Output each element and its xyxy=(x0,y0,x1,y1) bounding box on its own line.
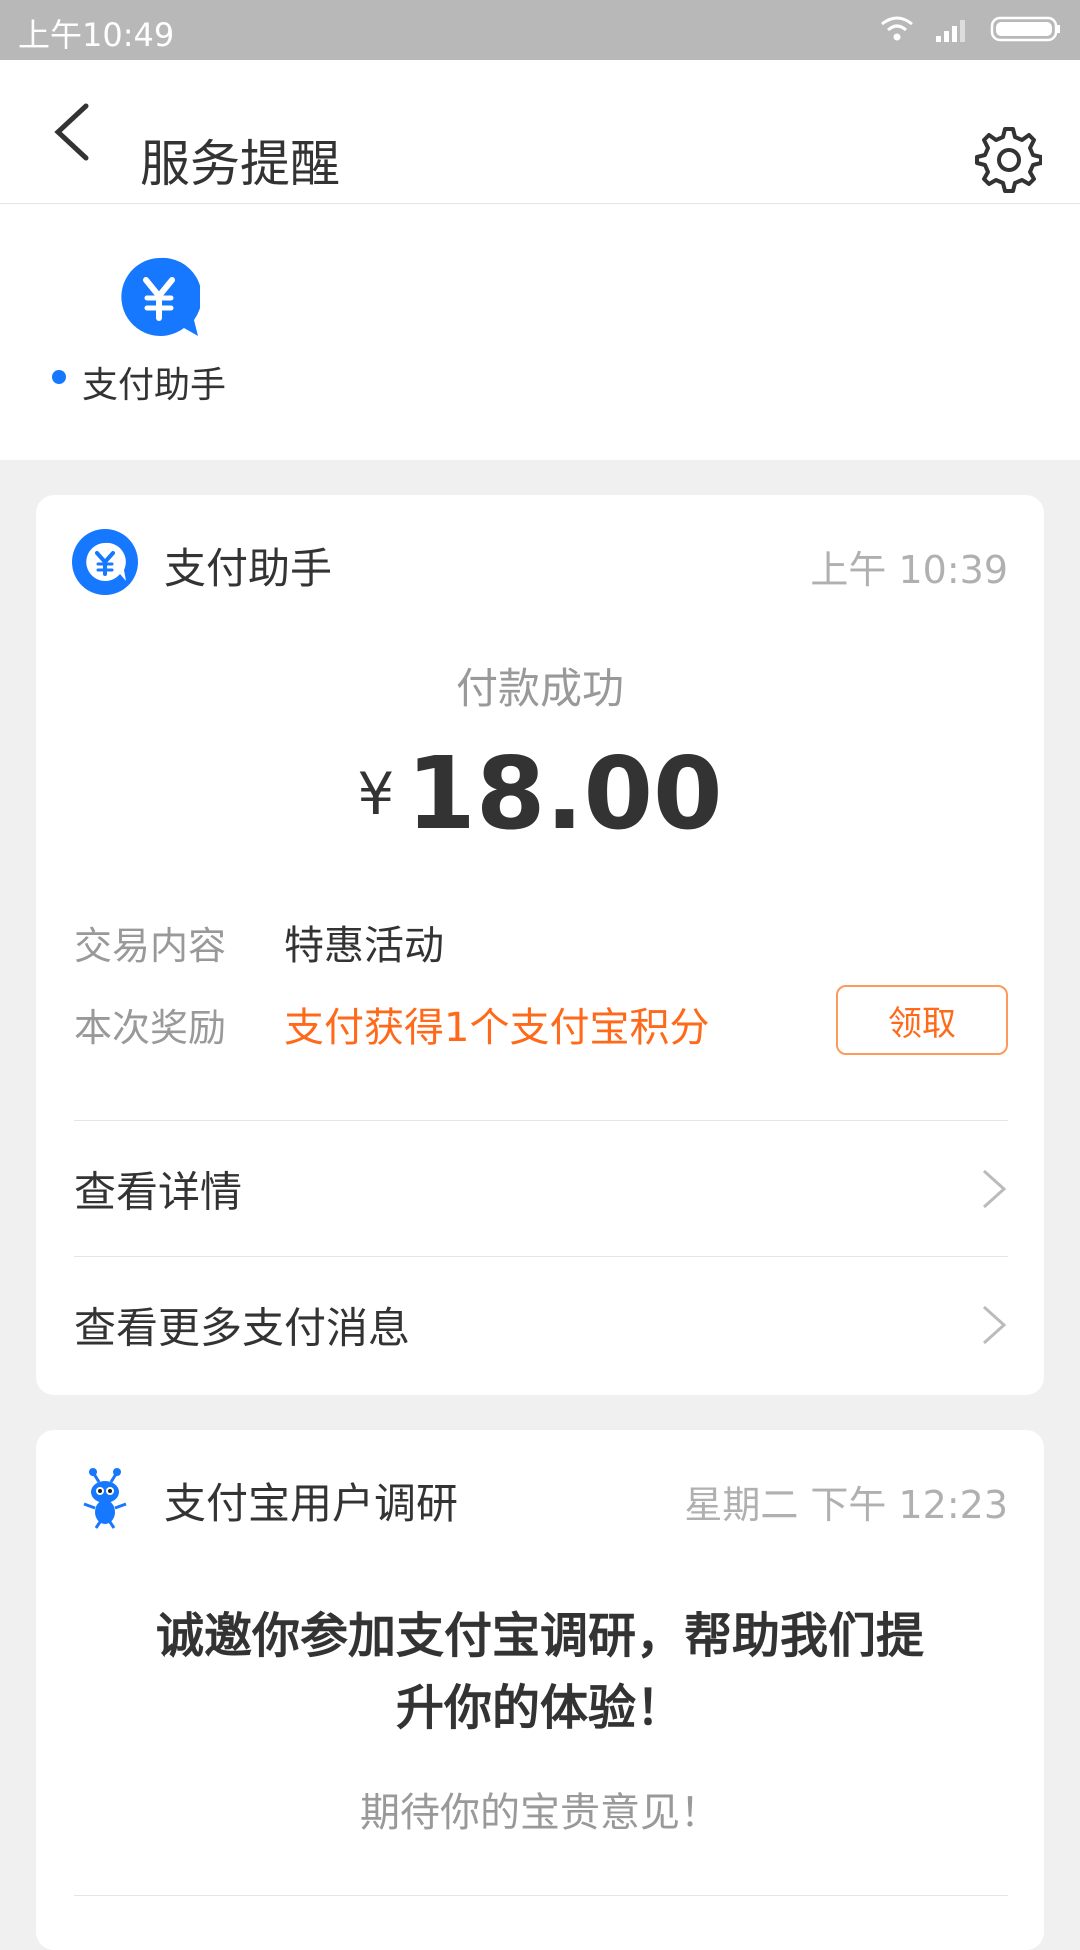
survey-headline: 诚邀你参加支付宝调研，帮助我们提升你的体验！ xyxy=(155,1608,924,1736)
header-bar: 服务提醒 xyxy=(0,60,1080,204)
status-icons xyxy=(878,14,1062,44)
more-payments-row[interactable]: 查看更多支付消息 xyxy=(74,1257,1008,1392)
page-title: 服务提醒 xyxy=(140,135,340,193)
link-label: 查看详情 xyxy=(74,1167,243,1216)
card-time: 上午 10:39 xyxy=(810,548,1008,592)
row-label: 本次奖励 xyxy=(74,1006,227,1050)
survey-subtitle: 期待你的宝贵意见！ xyxy=(360,1790,720,1836)
service-strip: 支付助手 xyxy=(0,204,1080,460)
row-label: 交易内容 xyxy=(74,924,227,968)
chevron-right-icon xyxy=(982,1169,1007,1208)
yen-chat-icon xyxy=(72,529,138,595)
strip-label[interactable]: 支付助手 xyxy=(82,356,226,408)
payment-status: 付款成功 xyxy=(455,664,624,713)
link-label: 查看更多支付消息 xyxy=(74,1303,411,1352)
row-value: 特惠活动 xyxy=(284,923,444,969)
ant-mascot-icon xyxy=(83,1468,127,1529)
amount-value: 18.00 xyxy=(406,735,723,852)
currency-symbol: ¥ xyxy=(357,760,395,828)
unread-dot xyxy=(52,370,66,384)
signal-icon xyxy=(936,20,965,42)
payment-amount: ¥18.00 xyxy=(36,735,1044,852)
chevron-right-icon xyxy=(982,1305,1007,1344)
status-time: 上午10:49 xyxy=(18,16,175,54)
payment-card: 支付助手 上午 10:39 付款成功 ¥18.00 交易内容 特惠活动 本次奖励… xyxy=(36,495,1044,1395)
gear-icon[interactable] xyxy=(972,123,1042,193)
card-title: 支付宝用户调研 xyxy=(164,1479,459,1528)
card-time: 星期二 下午 12:23 xyxy=(684,1483,1008,1527)
back-arrow-icon[interactable] xyxy=(48,100,98,164)
yen-chat-icon[interactable] xyxy=(118,256,200,338)
divider xyxy=(74,1895,1008,1896)
claim-button[interactable]: 领取 xyxy=(836,985,1008,1055)
survey-card[interactable]: 支付宝用户调研 星期二 下午 12:23 诚邀你参加支付宝调研，帮助我们提升你的… xyxy=(36,1430,1044,1950)
battery-icon xyxy=(990,16,1060,42)
status-bar: 上午10:49 xyxy=(0,0,1080,60)
card-title: 支付助手 xyxy=(164,544,333,593)
reward-value: 支付获得1个支付宝积分 xyxy=(284,1005,710,1051)
view-details-row[interactable]: 查看详情 xyxy=(74,1121,1008,1256)
wifi-icon xyxy=(881,16,913,41)
